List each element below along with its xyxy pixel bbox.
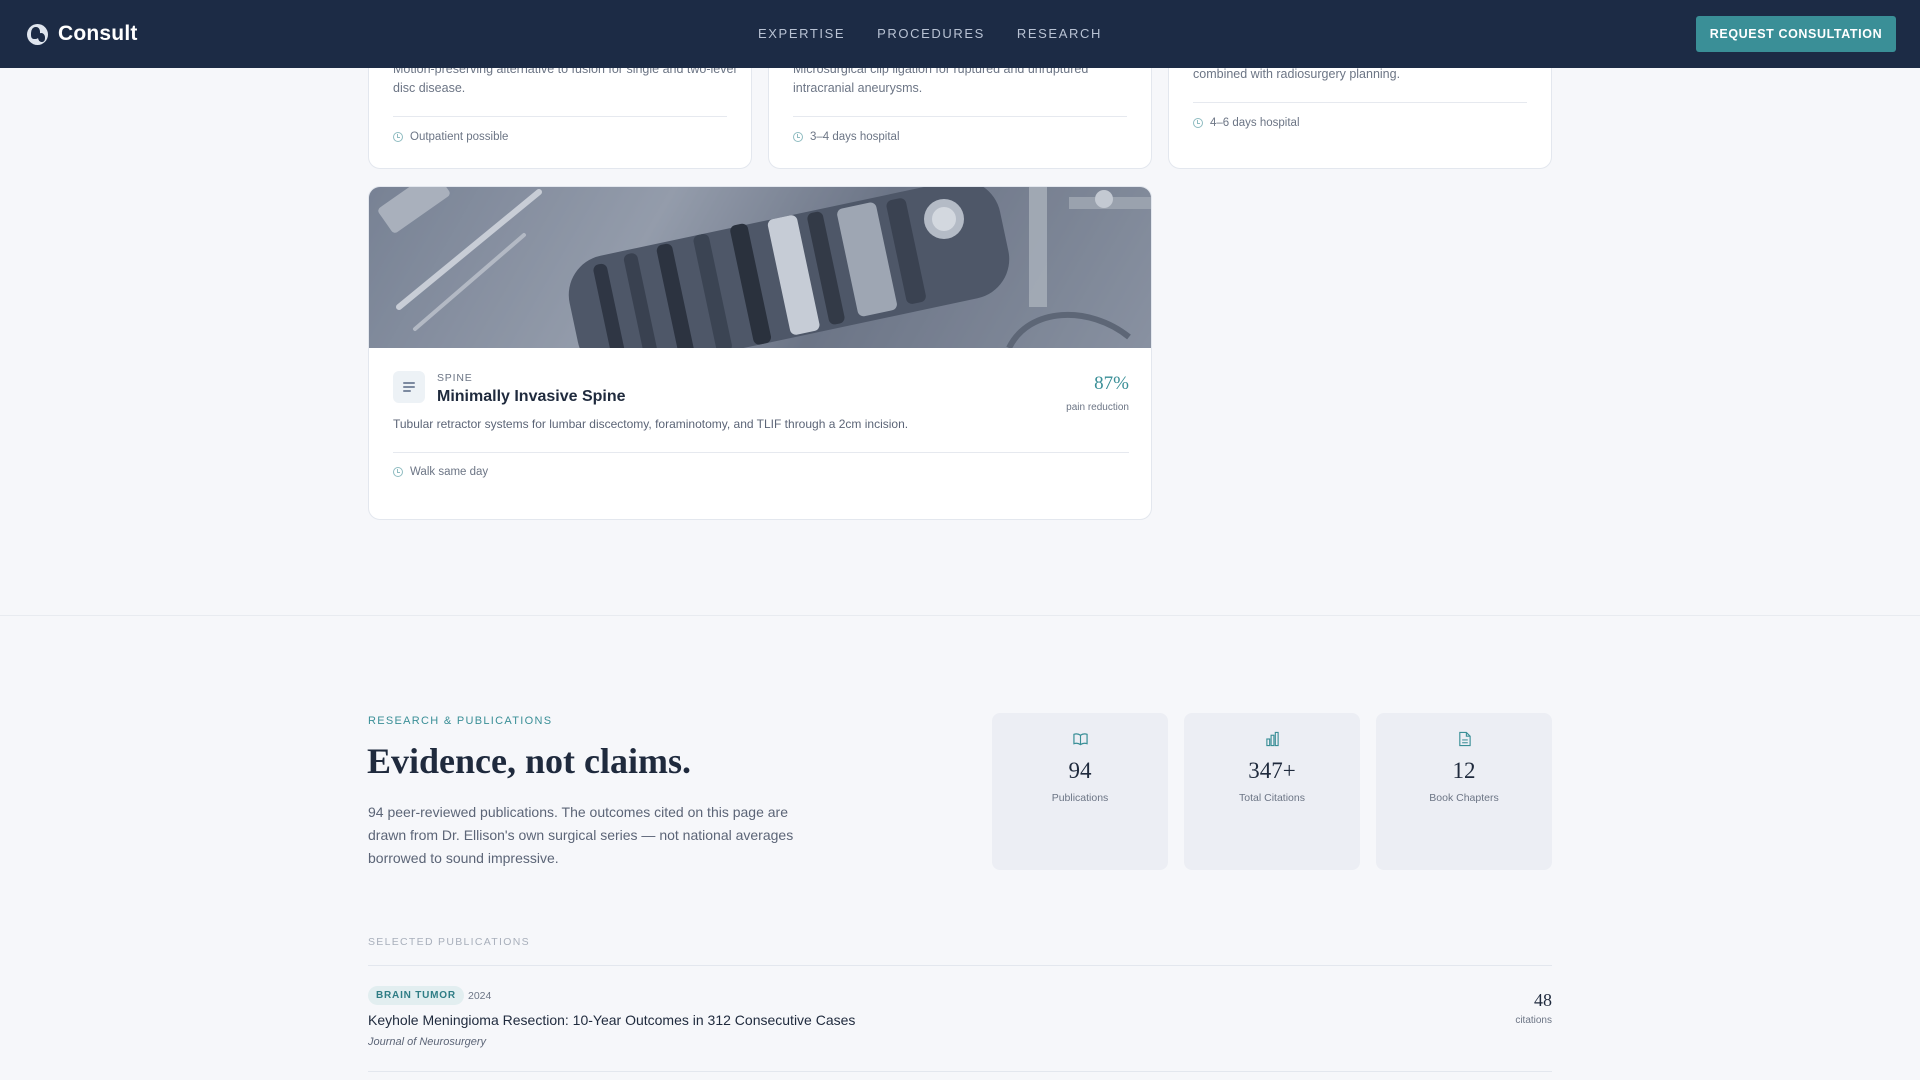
surgical-instruments-image [369,187,1151,348]
procedure-meta: 4–6 days hospital [1193,117,1300,129]
divider [368,965,1552,966]
surgical-instruments-illustration [369,187,1151,348]
stat-value: 94 [1068,758,1092,783]
stat-card-book-chapters: 12 Book Chapters [1376,713,1552,870]
nav-link-research[interactable]: RESEARCH [1017,26,1102,41]
featured-card-body: SPINE Minimally Invasive Spine 87% pain … [369,348,1151,519]
divider [793,116,1127,117]
stat-value: 12 [1452,758,1476,783]
book-icon [1073,733,1088,746]
nav-link-procedures[interactable]: PROCEDURES [877,26,985,41]
procedure-stay: 4–6 days hospital [1210,117,1300,129]
stat-label: Publications [1051,792,1109,804]
publications-label: SELECTED PUBLICATIONS [368,936,530,948]
brand-name: Consult [58,22,138,45]
divider [1193,102,1527,103]
procedure-category: SPINE [437,372,473,384]
publication-citations: 48 [1534,990,1552,1010]
stat-card-publications: 94 Publications [992,713,1168,870]
brand-logo-link[interactable]: Consult [27,22,138,46]
clock-icon [793,132,803,142]
globe-icon [27,23,48,45]
stat-label: Total Citations [1239,792,1305,804]
outcome-stat-label: pain reduction [1066,402,1129,413]
section-kicker: RESEARCH & PUBLICATIONS [368,715,553,727]
nav-link-expertise[interactable]: EXPERTISE [758,26,845,41]
featured-procedure-card[interactable]: SPINE Minimally Invasive Spine 87% pain … [368,186,1152,520]
stat-label: Book Chapters [1429,792,1499,804]
clock-icon [393,132,403,142]
procedure-stay: Walk same day [410,466,489,478]
procedure-stay: 3–4 days hospital [810,131,900,143]
divider [393,452,1129,453]
procedure-meta: Walk same day [393,466,488,478]
file-icon [1459,731,1471,747]
clock-icon [393,467,403,477]
publication-citations-label: citations [1515,1015,1552,1026]
procedure-meta: 3–4 days hospital [793,131,900,143]
procedure-description: Tubular retractor systems for lumbar dis… [393,417,909,431]
section-divider [0,615,1920,616]
request-consultation-button[interactable]: REQUEST CONSULTATION [1696,16,1896,52]
main-nav: EXPERTISE PROCEDURES RESEARCH [758,26,1102,41]
procedure-meta: Outpatient possible [393,131,508,143]
procedure-title: Minimally Invasive Spine [437,388,626,405]
divider [368,1071,1552,1072]
top-navigation-bar: Consult EXPERTISE PROCEDURES RESEARCH RE… [0,0,1920,68]
procedure-stay: Outpatient possible [410,131,509,143]
outcome-stat: 87% [1094,373,1129,394]
publication-journal: Journal of Neurosurgery [368,1036,487,1048]
section-lede: 94 peer-reviewed publications. The outco… [368,804,794,866]
publication-tag: BRAIN TUMOR [368,986,464,1005]
clock-icon [1193,118,1203,128]
document-lines-icon [393,371,425,403]
stat-value: 347+ [1248,758,1296,783]
bar-chart-icon [1266,731,1279,747]
divider [393,116,727,117]
publication-title[interactable]: Keyhole Meningioma Resection: 10-Year Ou… [368,1012,855,1028]
stat-card-citations: 347+ Total Citations [1184,713,1360,870]
section-heading: Evidence, not claims. [367,741,691,781]
publication-year: 2024 [468,990,492,1002]
